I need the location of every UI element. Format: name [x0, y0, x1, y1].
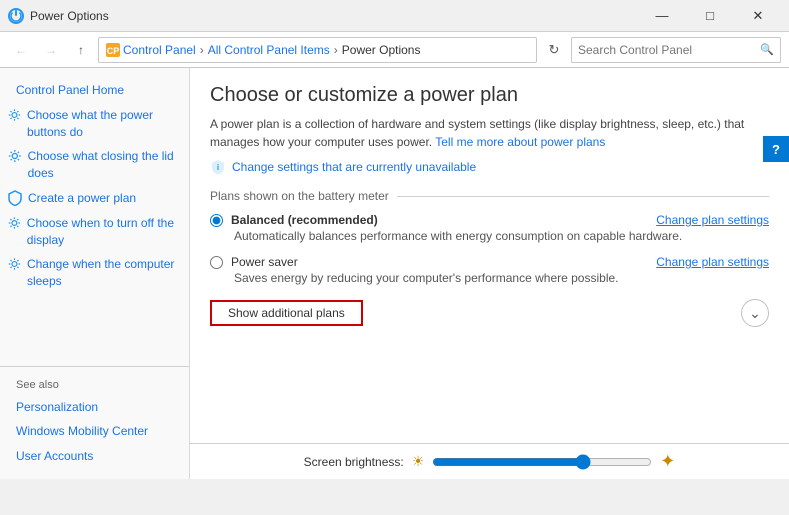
gear-icon-3	[8, 215, 21, 231]
sidebar-item-sleep-settings[interactable]: Change when the computer sleeps	[0, 252, 189, 294]
see-also-section: See also Personalization Windows Mobilit…	[0, 366, 189, 469]
forward-button[interactable]: →	[38, 37, 64, 63]
show-additional-plans-button[interactable]: Show additional plans	[210, 300, 363, 326]
gear-icon-1	[8, 107, 21, 123]
window-title: Power Options	[30, 9, 109, 23]
window-controls: — □ ✕	[639, 0, 781, 32]
plan-radio-balanced[interactable]	[210, 214, 223, 227]
sidebar-item-turn-off-display[interactable]: Choose when to turn off the display	[0, 211, 189, 253]
brightness-dim-icon: ☀	[412, 453, 425, 470]
page-title: Choose or customize a power plan	[210, 84, 769, 107]
shield-settings-link[interactable]: i Change settings that are currently una…	[210, 159, 769, 175]
help-button[interactable]: ?	[763, 136, 789, 162]
gear-icon-4	[8, 256, 21, 272]
content-wrapper: ? Choose or customize a power plan A pow…	[190, 68, 789, 479]
sidebar-item-control-panel-home[interactable]: Control Panel Home	[0, 78, 189, 103]
search-icon: 🔍	[760, 43, 774, 56]
change-plan-power-saver[interactable]: Change plan settings	[656, 255, 769, 269]
svg-text:CP: CP	[107, 46, 120, 56]
sidebar-label-lid-action: Choose what closing the lid does	[28, 148, 177, 182]
shield-icon-content: i	[210, 159, 226, 175]
breadcrumb-all-items[interactable]: All Control Panel Items	[208, 43, 330, 57]
sidebar-label-create-plan: Create a power plan	[28, 190, 136, 207]
plan-item-power-saver: Power saver Change plan settings Saves e…	[210, 255, 769, 285]
sidebar-item-personalization[interactable]: Personalization	[0, 395, 189, 420]
svg-text:i: i	[217, 163, 219, 172]
sidebar-item-mobility-center[interactable]: Windows Mobility Center	[0, 419, 189, 444]
sidebar-label-turn-off-display: Choose when to turn off the display	[27, 215, 177, 249]
back-button[interactable]: ←	[8, 37, 34, 63]
breadcrumb-current: Power Options	[342, 43, 421, 57]
sidebar-item-user-accounts[interactable]: User Accounts	[0, 444, 189, 469]
shield-icon	[8, 190, 22, 206]
refresh-button[interactable]: ↻	[541, 37, 567, 63]
brightness-bright-icon: ✦	[660, 451, 675, 472]
description-text: A power plan is a collection of hardware…	[210, 115, 769, 151]
breadcrumb-control-panel[interactable]: Control Panel	[123, 43, 196, 57]
maximize-button[interactable]: □	[687, 0, 733, 32]
see-also-title: See also	[0, 375, 189, 395]
sidebar-label-power-buttons: Choose what the power buttons do	[27, 107, 177, 141]
expand-circle-button[interactable]: ⌄	[741, 299, 769, 327]
sidebar-item-lid-action[interactable]: Choose what closing the lid does	[0, 144, 189, 186]
content-area: Choose or customize a power plan A power…	[190, 68, 789, 443]
change-plan-balanced[interactable]: Change plan settings	[656, 213, 769, 227]
main-layout: Control Panel Home Choose what the power…	[0, 68, 789, 479]
section-title: Plans shown on the battery meter	[210, 189, 769, 203]
shield-link-text: Change settings that are currently unava…	[232, 160, 476, 174]
sidebar-label-sleep-settings: Change when the computer sleeps	[27, 256, 177, 290]
address-bar: ← → ↑ CP Control Panel › All Control Pan…	[0, 32, 789, 68]
search-box: 🔍	[571, 37, 781, 63]
plan-radio-power-saver[interactable]	[210, 256, 223, 269]
minimize-button[interactable]: —	[639, 0, 685, 32]
plan-desc-power-saver: Saves energy by reducing your computer's…	[234, 271, 769, 285]
plan-desc-balanced: Automatically balances performance with …	[234, 229, 769, 243]
plan-name-power-saver[interactable]: Power saver	[231, 255, 298, 269]
brightness-label: Screen brightness:	[304, 455, 404, 469]
up-button[interactable]: ↑	[68, 37, 94, 63]
close-button[interactable]: ✕	[735, 0, 781, 32]
sidebar-item-power-buttons[interactable]: Choose what the power buttons do	[0, 103, 189, 145]
plan-item-balanced: Balanced (recommended) Change plan setti…	[210, 213, 769, 243]
learn-more-link[interactable]: Tell me more about power plans	[435, 135, 605, 149]
search-input[interactable]	[578, 43, 760, 57]
sidebar-item-create-plan[interactable]: Create a power plan	[0, 186, 189, 211]
brightness-bar: Screen brightness: ☀ ✦	[190, 443, 789, 479]
show-plans-section: Show additional plans ⌄	[210, 299, 769, 327]
breadcrumb-icon: CP	[105, 42, 121, 58]
breadcrumb: CP Control Panel › All Control Panel Ite…	[98, 37, 537, 63]
app-icon	[8, 8, 24, 24]
sidebar: Control Panel Home Choose what the power…	[0, 68, 190, 479]
title-bar: Power Options — □ ✕	[0, 0, 789, 32]
brightness-slider[interactable]	[432, 454, 652, 470]
plan-name-balanced[interactable]: Balanced (recommended)	[231, 213, 378, 227]
gear-icon-2	[8, 148, 22, 164]
